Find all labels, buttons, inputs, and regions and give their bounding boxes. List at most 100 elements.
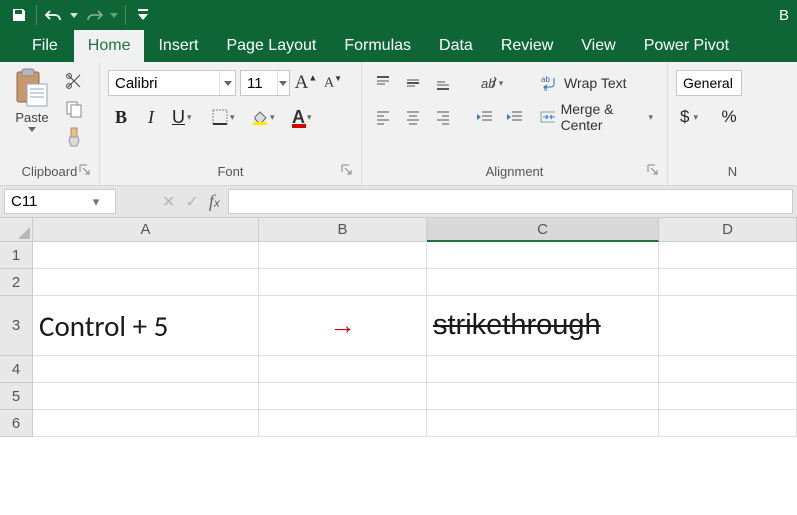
group-number: $▾ % N [668, 62, 797, 185]
cell-C1[interactable] [427, 242, 659, 269]
font-size-input[interactable] [241, 71, 277, 95]
cell-D4[interactable] [659, 356, 797, 383]
enter-formula-button: ✓ [185, 192, 198, 212]
column-header-A[interactable]: A [33, 218, 259, 242]
row-header-6[interactable]: 6 [0, 410, 33, 437]
cell-D2[interactable] [659, 269, 797, 296]
tab-power-pivot[interactable]: Power Pivot [630, 30, 743, 62]
percent-format-button[interactable]: % [716, 104, 742, 130]
cell-C3[interactable]: strikethrough [427, 296, 659, 356]
tab-insert[interactable]: Insert [144, 30, 212, 62]
merge-center-button[interactable]: Merge & Center ▾ [534, 104, 659, 130]
font-color-button[interactable]: A ▾ [288, 104, 324, 130]
tab-review[interactable]: Review [487, 30, 567, 62]
cell-D3[interactable] [659, 296, 797, 356]
worksheet: ABCD 123456 Control + 5→strikethrough [0, 218, 797, 437]
formula-input[interactable] [229, 193, 792, 210]
tab-data[interactable]: Data [425, 30, 487, 62]
insert-function-button[interactable]: fx [209, 191, 220, 212]
formula-bar[interactable] [228, 189, 793, 214]
undo-dropdown[interactable] [67, 2, 81, 28]
decrease-indent-button[interactable] [472, 104, 498, 130]
align-left-button[interactable] [370, 104, 396, 130]
wrap-text-button[interactable]: abc Wrap Text [534, 70, 659, 96]
format-painter-button[interactable] [60, 124, 88, 150]
underline-button[interactable]: U▾ [168, 104, 204, 130]
align-middle-button[interactable] [400, 70, 426, 96]
paste-label: Paste [15, 110, 48, 125]
clipboard-launcher[interactable] [79, 164, 93, 178]
cell-A3[interactable]: Control + 5 [33, 296, 259, 356]
font-name-input[interactable] [109, 71, 219, 95]
font-size-combo[interactable] [240, 70, 290, 96]
cell-B5[interactable] [259, 383, 427, 410]
cell-A4[interactable] [33, 356, 259, 383]
cell-grid[interactable]: Control + 5→strikethrough [33, 242, 797, 437]
paste-button[interactable]: Paste [8, 66, 56, 146]
font-launcher[interactable] [341, 164, 355, 178]
cell-D5[interactable] [659, 383, 797, 410]
name-box-input[interactable] [5, 193, 85, 210]
redo-dropdown [107, 2, 121, 28]
font-size-dropdown[interactable] [277, 71, 289, 95]
cell-C5[interactable] [427, 383, 659, 410]
align-center-button[interactable] [400, 104, 426, 130]
column-header-B[interactable]: B [259, 218, 427, 242]
row-header-3[interactable]: 3 [0, 296, 33, 356]
column-header-C[interactable]: C [427, 218, 659, 242]
save-icon[interactable] [6, 2, 32, 28]
tab-file[interactable]: File [18, 30, 74, 62]
cell-B1[interactable] [259, 242, 427, 269]
undo-button[interactable] [41, 2, 67, 28]
cell-A1[interactable] [33, 242, 259, 269]
cell-B2[interactable] [259, 269, 427, 296]
font-name-dropdown[interactable] [219, 71, 235, 95]
cell-C2[interactable] [427, 269, 659, 296]
cell-A2[interactable] [33, 269, 259, 296]
number-format-combo[interactable] [676, 70, 742, 96]
cut-button[interactable] [60, 68, 88, 94]
qat-customize[interactable] [130, 2, 156, 28]
tab-formulas[interactable]: Formulas [330, 30, 425, 62]
fill-color-button[interactable]: ▾ [248, 104, 284, 130]
name-box-dropdown[interactable]: ▾ [85, 194, 107, 210]
increase-indent-button[interactable] [502, 104, 528, 130]
align-bottom-button[interactable] [430, 70, 456, 96]
cell-D1[interactable] [659, 242, 797, 269]
tab-page-layout[interactable]: Page Layout [212, 30, 330, 62]
italic-button[interactable]: I [138, 104, 164, 130]
row-header-4[interactable]: 4 [0, 356, 33, 383]
font-name-combo[interactable] [108, 70, 236, 96]
row-header-1[interactable]: 1 [0, 242, 33, 269]
alignment-launcher[interactable] [647, 164, 661, 178]
cell-A5[interactable] [33, 383, 259, 410]
align-top-button[interactable] [370, 70, 396, 96]
row-header-2[interactable]: 2 [0, 269, 33, 296]
grow-font-button[interactable]: A▲ [294, 72, 318, 94]
cell-D6[interactable] [659, 410, 797, 437]
align-right-button[interactable] [430, 104, 456, 130]
cell-C6[interactable] [427, 410, 659, 437]
tab-home[interactable]: Home [74, 30, 145, 62]
cell-A6[interactable] [33, 410, 259, 437]
accounting-format-button[interactable]: $▾ [676, 104, 712, 130]
ribbon: Paste Clipboard [0, 62, 797, 186]
name-box[interactable]: ▾ [4, 189, 116, 214]
orientation-button[interactable]: ab▾ [472, 70, 510, 96]
strikethrough-text: strikethrough [433, 309, 601, 342]
scissors-icon [65, 72, 83, 90]
cell-B4[interactable] [259, 356, 427, 383]
number-format-input[interactable] [677, 71, 741, 95]
cell-C4[interactable] [427, 356, 659, 383]
borders-button[interactable]: ▾ [208, 104, 244, 130]
column-header-D[interactable]: D [659, 218, 797, 242]
cell-B6[interactable] [259, 410, 427, 437]
orientation-icon: ab [479, 75, 497, 91]
tab-view[interactable]: View [567, 30, 629, 62]
copy-button[interactable] [60, 96, 88, 122]
select-all-button[interactable] [0, 218, 33, 242]
cell-B3[interactable]: → [259, 296, 427, 356]
row-header-5[interactable]: 5 [0, 383, 33, 410]
shrink-font-button[interactable]: A▼ [322, 74, 344, 92]
bold-button[interactable]: B [108, 104, 134, 130]
